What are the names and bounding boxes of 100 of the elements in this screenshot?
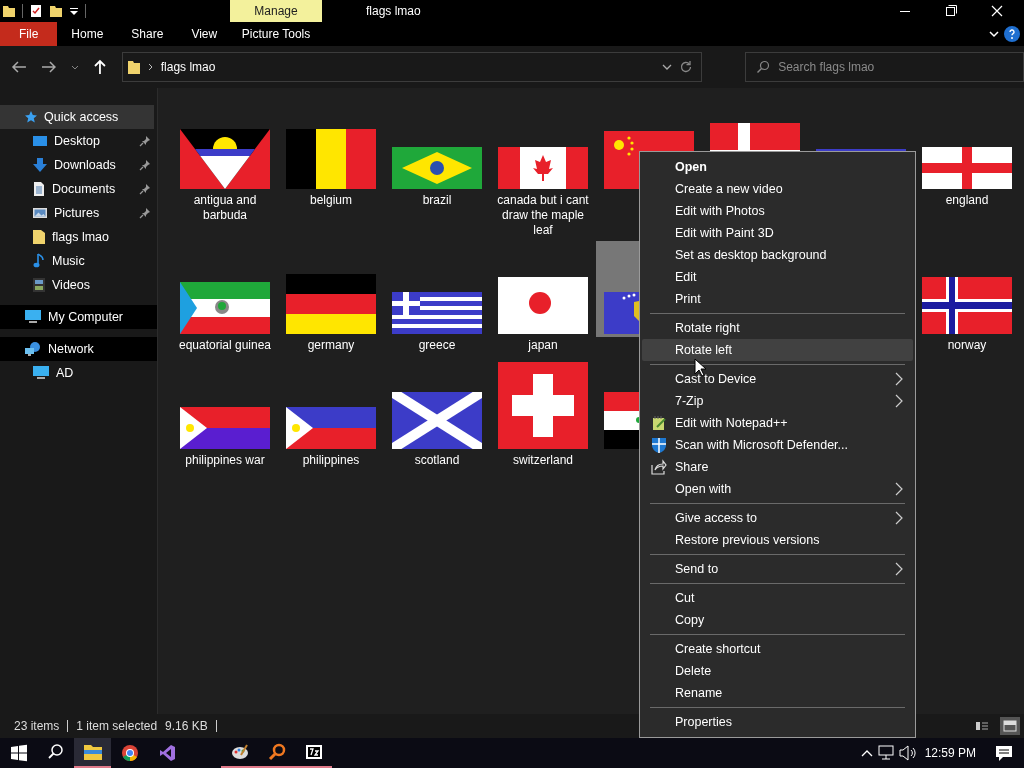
sidebar-item[interactable]: AD bbox=[0, 361, 157, 385]
sidebar-item[interactable]: Downloads bbox=[0, 153, 157, 177]
folder-icon bbox=[32, 229, 46, 245]
up-icon[interactable] bbox=[91, 59, 108, 75]
address-bar[interactable]: flags lmao bbox=[121, 52, 703, 82]
menu-item[interactable]: Copy bbox=[642, 609, 913, 631]
file-item[interactable]: philippines bbox=[278, 356, 384, 471]
search-box[interactable]: Search flags lmao bbox=[745, 52, 1024, 82]
sidebar-item[interactable]: Music bbox=[0, 249, 157, 273]
download-icon bbox=[32, 157, 48, 173]
file-item[interactable]: philippines war bbox=[172, 356, 278, 471]
file-item[interactable]: equatorial guinea bbox=[172, 241, 278, 356]
sidebar-item[interactable]: Desktop bbox=[0, 129, 157, 153]
search-field[interactable]: Search flags lmao bbox=[778, 53, 1023, 81]
dropdown-icon[interactable] bbox=[661, 62, 674, 72]
ribbon-tab[interactable]: Picture Tools bbox=[237, 22, 315, 46]
palette-icon bbox=[230, 743, 249, 761]
chevron-icon[interactable] bbox=[988, 29, 1000, 39]
clock[interactable]: 12:59 PM bbox=[918, 746, 984, 760]
file-item[interactable]: norway bbox=[914, 241, 1020, 356]
file-item[interactable]: greece bbox=[384, 241, 490, 356]
folder-icon[interactable] bbox=[49, 4, 63, 18]
menu-item[interactable]: Rotate right bbox=[642, 317, 913, 339]
menu-item[interactable]: Print bbox=[642, 288, 913, 310]
file-item[interactable]: germany bbox=[278, 241, 384, 356]
menu-item[interactable]: Edit with Paint 3D bbox=[642, 222, 913, 244]
folder-icon[interactable] bbox=[2, 4, 16, 18]
pin-icon[interactable] bbox=[139, 183, 151, 195]
dropdown-icon[interactable] bbox=[69, 5, 79, 17]
menu-item[interactable]: Edit bbox=[642, 266, 913, 288]
file-item[interactable]: england bbox=[914, 96, 1020, 211]
folder-icon bbox=[82, 743, 103, 761]
menu-item[interactable]: Send to bbox=[642, 558, 913, 580]
selection-info: 1 item selected bbox=[76, 719, 158, 733]
star-icon bbox=[24, 110, 38, 124]
file-item[interactable]: switzerland bbox=[490, 356, 596, 471]
refresh-icon[interactable] bbox=[679, 60, 694, 74]
menu-item[interactable]: Scan with Microsoft Defender... bbox=[642, 434, 913, 456]
chrome-icon bbox=[120, 744, 139, 762]
window-title: flags lmao bbox=[366, 4, 421, 18]
sidebar-item[interactable]: flags lmao bbox=[0, 225, 157, 249]
menu-item[interactable]: Edit with Notepad++ bbox=[642, 412, 913, 434]
menu-item[interactable]: Set as desktop background bbox=[642, 244, 913, 266]
menu-item[interactable]: Share bbox=[642, 456, 913, 478]
taskbar-app[interactable] bbox=[74, 738, 111, 768]
pin-icon[interactable] bbox=[139, 135, 151, 147]
folder-icon bbox=[126, 59, 141, 75]
archive-icon bbox=[304, 744, 323, 760]
properties-icon[interactable] bbox=[29, 4, 43, 18]
large-icons-view-icon[interactable] bbox=[1000, 717, 1020, 735]
shield-icon bbox=[650, 436, 667, 454]
music-note-icon bbox=[32, 253, 46, 269]
menu-item[interactable]: Rename bbox=[642, 682, 913, 704]
sidebar-item[interactable]: My Computer bbox=[0, 305, 157, 329]
path-segment[interactable]: flags lmao bbox=[160, 60, 216, 74]
network-icon bbox=[24, 341, 42, 357]
back-icon[interactable] bbox=[10, 60, 28, 74]
menu-item[interactable]: Restore previous versions bbox=[642, 529, 913, 551]
menu-item[interactable]: Create shortcut bbox=[642, 638, 913, 660]
item-count: 23 items bbox=[14, 719, 60, 733]
sidebar-item[interactable]: Videos bbox=[0, 273, 157, 297]
infinity-loop-icon bbox=[157, 744, 176, 762]
menu-item[interactable]: Rotate left bbox=[642, 339, 913, 361]
menu-item[interactable]: Delete bbox=[642, 660, 913, 682]
forward-icon[interactable] bbox=[39, 60, 58, 74]
chevron-icon bbox=[146, 62, 155, 72]
share-icon bbox=[650, 459, 667, 475]
ribbon-tab[interactable]: Share bbox=[117, 22, 178, 46]
menu-item[interactable]: Give access to bbox=[642, 507, 913, 529]
file-item[interactable]: antigua and barbuda bbox=[172, 96, 278, 226]
menu-item[interactable]: Properties bbox=[642, 711, 913, 733]
selection-size: 9.16 KB bbox=[165, 719, 208, 733]
file-item[interactable]: canada but i cant draw the maple leaf bbox=[490, 96, 596, 241]
menu-item[interactable]: Create a new video bbox=[642, 178, 913, 200]
notepad-icon bbox=[650, 415, 667, 431]
menu-item[interactable]: Edit with Photos bbox=[642, 200, 913, 222]
help-icon[interactable] bbox=[1004, 26, 1020, 42]
film-icon bbox=[32, 277, 46, 293]
magnifier-icon bbox=[267, 743, 286, 761]
desktop-icon bbox=[32, 134, 48, 148]
file-item[interactable]: belgium bbox=[278, 96, 384, 211]
pin-icon[interactable] bbox=[139, 159, 151, 171]
pin-icon[interactable] bbox=[139, 207, 151, 219]
menu-item[interactable]: Open with bbox=[642, 478, 913, 500]
menu-item[interactable]: Cut bbox=[642, 587, 913, 609]
sidebar-item[interactable]: Documents bbox=[0, 177, 157, 201]
sidebar-item[interactable]: Pictures bbox=[0, 201, 157, 225]
sidebar-item[interactable]: Quick access bbox=[0, 105, 154, 129]
file-item[interactable]: scotland bbox=[384, 356, 490, 471]
context-tab-header: Manage bbox=[230, 0, 322, 22]
file-item[interactable]: brazil bbox=[384, 96, 490, 211]
menu-item[interactable]: Cast to Device bbox=[642, 368, 913, 390]
file-item[interactable]: japan bbox=[490, 241, 596, 356]
sidebar-item[interactable]: Network bbox=[0, 337, 157, 361]
ribbon-tab[interactable]: Home bbox=[57, 22, 118, 46]
image-icon bbox=[32, 206, 48, 220]
menu-item[interactable]: Open bbox=[642, 156, 913, 178]
ribbon-tab[interactable]: View bbox=[177, 22, 232, 46]
computer-icon bbox=[32, 365, 50, 381]
menu-item[interactable]: 7-Zip bbox=[642, 390, 913, 412]
